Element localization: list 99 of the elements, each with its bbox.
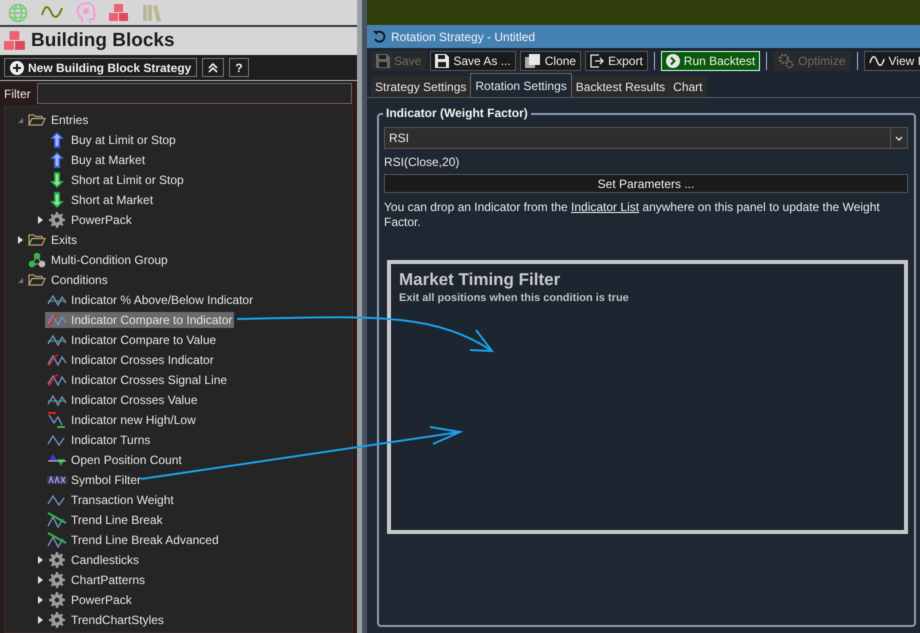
wave-icon <box>47 353 67 367</box>
drop-hint-text: You can drop an Indicator from the Indicator List anywhere on this panel to update the Weight Factor. <box>384 200 881 230</box>
expand-caret-icon[interactable] <box>38 576 42 584</box>
gear-icon <box>49 572 65 588</box>
indicator-dropdown[interactable]: RSI <box>384 127 908 149</box>
arrow-up-icon <box>50 152 64 168</box>
trend-icon <box>47 512 67 528</box>
tree-item[interactable]: Buy at Market <box>45 151 148 169</box>
expand-caret-icon[interactable] <box>38 596 42 604</box>
save-icon <box>435 54 450 68</box>
help-button[interactable]: ? <box>229 58 249 77</box>
tab[interactable]: Chart <box>669 76 706 97</box>
filter-label: Filter <box>4 86 31 100</box>
symbol-icon <box>47 476 67 484</box>
toolbar-button[interactable]: Clone <box>520 51 582 71</box>
tree-item[interactable]: Short at Limit or Stop <box>45 171 186 189</box>
gear-icon <box>49 612 65 628</box>
export-icon <box>590 54 604 68</box>
toolbar-button[interactable]: Run Backtest <box>660 51 760 71</box>
arrow-down-icon <box>50 192 64 208</box>
expand-caret-icon[interactable] <box>18 236 22 244</box>
tree-item[interactable]: Indicator Turns <box>45 432 152 448</box>
tree-item[interactable]: Open Position Count <box>45 452 184 468</box>
group-icon <box>28 252 46 268</box>
tree-item[interactable]: Buy at Limit or Stop <box>45 131 178 149</box>
tab[interactable]: Rotation Settings <box>470 73 572 97</box>
tree-item[interactable]: Indicator Crosses Indicator <box>45 352 216 368</box>
tree-item[interactable]: Transaction Weight <box>45 492 176 508</box>
toolbar-button[interactable]: Save As ... <box>430 51 516 71</box>
collapse-caret-icon[interactable] <box>18 278 22 282</box>
set-parameters-button[interactable]: Set Parameters ... <box>384 174 908 193</box>
gears-icon <box>778 53 794 69</box>
blocks-icon[interactable] <box>109 4 129 22</box>
triangles-icon <box>47 453 67 467</box>
gear-icon <box>49 552 65 568</box>
tree-item[interactable]: Conditions <box>25 272 110 288</box>
plus-circle-icon <box>10 60 24 74</box>
tree-item[interactable]: Indicator Compare to Value <box>45 332 218 348</box>
tree-item[interactable]: Indicator new High/Low <box>45 411 198 429</box>
folder-icon <box>28 233 46 247</box>
tree-item[interactable]: TrendChartStyles <box>45 611 166 629</box>
window-title: Rotation Strategy - Untitled <box>391 30 536 44</box>
tree-item[interactable]: Short at Market <box>45 191 156 209</box>
wave-icon <box>47 393 67 407</box>
trend-icon <box>47 532 67 548</box>
wave-icon <box>47 293 67 307</box>
tree-item[interactable]: ChartPatterns <box>45 571 148 589</box>
wave-icon <box>47 412 67 428</box>
wave-icon <box>47 493 67 507</box>
expand-caret-icon[interactable] <box>38 556 42 564</box>
expand-caret-icon[interactable] <box>38 616 42 624</box>
market-timing-subtitle: Exit all positions when this condition is true <box>399 292 630 304</box>
expand-caret-icon[interactable] <box>38 216 42 224</box>
tree-item[interactable]: Entries <box>25 112 90 128</box>
gear-icon <box>49 212 65 228</box>
tree-item[interactable]: Trend Line Break <box>45 511 165 529</box>
group-legend: Indicator (Weight Factor) <box>383 106 531 120</box>
indicator-expression: RSI(Close,20) <box>384 155 460 169</box>
tree-item[interactable]: Multi-Condition Group <box>25 251 170 269</box>
tab[interactable]: Backtest Results <box>572 76 670 97</box>
filter-field[interactable] <box>36 83 352 104</box>
folder-icon <box>28 113 46 127</box>
folder-icon <box>28 273 46 287</box>
pages-icon <box>524 54 541 68</box>
tree-item[interactable]: Candlesticks <box>45 551 142 569</box>
collapse-caret-icon[interactable] <box>18 118 22 122</box>
tree-item[interactable]: Trend Line Break Advanced <box>45 531 221 549</box>
market-timing-title: Market Timing Filter <box>399 270 562 290</box>
splitter[interactable] <box>357 0 367 633</box>
wave-icon <box>47 373 67 387</box>
tab[interactable]: Strategy Settings <box>371 76 470 97</box>
chevron-down-icon <box>895 136 903 140</box>
toolbar-button[interactable]: View I <box>864 51 920 71</box>
wave-icon <box>47 333 67 347</box>
undo-icon[interactable] <box>373 30 386 43</box>
tree-item[interactable]: Exits <box>25 232 80 248</box>
tree-item[interactable]: Indicator Crosses Signal Line <box>45 372 230 388</box>
tree-item[interactable]: Indicator % Above/Below Indicator <box>45 292 256 308</box>
wave-icon <box>47 313 67 327</box>
panel-title: Building Blocks <box>31 30 175 52</box>
new-strategy-button[interactable]: New Building Block Strategy <box>4 58 198 77</box>
save-icon <box>376 54 390 68</box>
toolbar-button[interactable]: Export <box>585 51 648 71</box>
play-circle-icon <box>666 54 680 68</box>
double-chevron-up-icon <box>208 62 218 72</box>
gear-icon <box>49 592 65 608</box>
blocks-icon <box>4 31 26 51</box>
tree-item[interactable]: PowerPack <box>45 591 134 609</box>
arrow-down-icon <box>50 172 64 188</box>
tree-item[interactable]: Indicator Compare to Indicator <box>45 312 234 328</box>
tree-item[interactable]: PowerPack <box>45 211 134 229</box>
arrow-up-icon <box>50 132 64 148</box>
tree-item[interactable]: Indicator Crosses Value <box>45 392 200 408</box>
indicator-list-link[interactable]: Indicator List <box>571 200 640 214</box>
wave-icon <box>47 433 67 447</box>
collapse-button[interactable] <box>202 58 224 77</box>
tree-item[interactable]: Symbol Filter <box>45 472 144 488</box>
wave-icon <box>868 55 884 67</box>
wave-icon[interactable] <box>41 6 63 20</box>
